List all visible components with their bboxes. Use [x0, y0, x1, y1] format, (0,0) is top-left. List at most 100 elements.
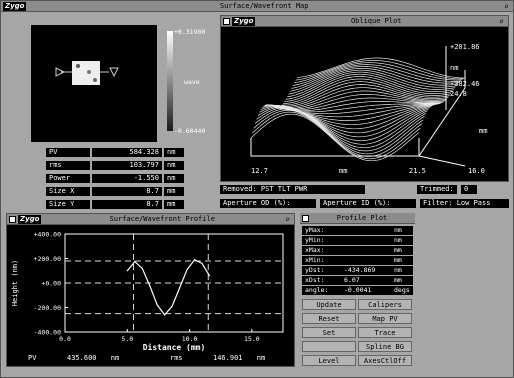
profile-plot-controls: Profile Plot yMax: nm yMin: nm xMax: mm xMin: m…	[300, 213, 415, 373]
x-axis-label: Distance (mm)	[143, 342, 206, 352]
profile-rms-unit: nm	[256, 354, 266, 362]
profile-data-point	[193, 259, 196, 261]
profile-data-point	[171, 305, 173, 307]
oblique-z-unit: nm	[450, 64, 458, 72]
surface-trace-line	[254, 108, 424, 155]
oblique-menu-button[interactable]	[223, 17, 230, 25]
profile-title: Surface/Wavefront Profile	[109, 215, 215, 223]
profile-rms-label: rms	[167, 354, 197, 363]
x-tick-label: 15.0	[244, 335, 260, 343]
oblique-plot-panel: Zygo Oblique Plot ⌕ +201.86 nm -382.46 2…	[220, 15, 509, 182]
profile-series-line	[126, 258, 211, 316]
main-title-bar: Zygo Surface/Wavefront Map ⌕	[1, 1, 513, 12]
readout-unit: nm	[394, 226, 402, 234]
profile-pv-label: PV	[25, 354, 45, 363]
oblique-y-min: 16.0	[468, 167, 485, 175]
profile-end-marker-icon	[109, 67, 119, 78]
stat-label: rms	[46, 161, 90, 170]
oblique-pin-icon[interactable]: ⌕	[497, 17, 506, 26]
oblique-y-unit: mm	[479, 127, 487, 135]
profile-plot-button-spline-bg[interactable]: Spline BG	[358, 341, 412, 352]
readout-value: -434.869	[344, 266, 376, 274]
readout-label: xDst:	[305, 276, 325, 284]
profile-pv-value: 435.600	[67, 354, 97, 362]
y-tick-label: +0.00	[41, 280, 61, 288]
readout-unit: degs	[394, 286, 410, 294]
stat-value: 584.328	[92, 148, 162, 157]
readout-unit: mm	[394, 276, 402, 284]
filter-setting: Filter: Low Pass	[420, 199, 509, 208]
profile-data-point	[156, 304, 158, 306]
x-tick-label: 0.0	[59, 335, 71, 343]
profile-data-point	[149, 284, 151, 287]
oblique-title-bar: Zygo Oblique Plot ⌕	[221, 16, 508, 27]
oblique-x-unit: mm	[339, 167, 347, 175]
profile-data-point	[126, 270, 128, 272]
stat-label: Power	[46, 174, 90, 183]
color-scale-bar	[167, 31, 173, 131]
profile-plot-button-update[interactable]: Update	[302, 299, 356, 310]
stat-unit: nm	[164, 174, 184, 183]
zygo-logo: Zygo	[3, 1, 27, 11]
profile-plot-button-axesctloff[interactable]: AxesCtlOff	[358, 355, 412, 366]
profile-rms-field: 146.901 nm	[199, 354, 289, 363]
scale-unit-label: wave	[184, 78, 200, 86]
profile-plot-button-calipers[interactable]: Calipers	[358, 299, 412, 310]
profile-readout-row: xDst: 6.07 mm	[302, 276, 413, 285]
oblique-z-bottom: -382.46	[450, 80, 480, 88]
profile-pv-unit: nm	[110, 354, 120, 362]
profile-data-point	[179, 287, 181, 289]
stat-label: PV	[46, 148, 90, 157]
pin-icon[interactable]: ⌕	[502, 2, 511, 11]
oblique-x-max: 21.5	[409, 167, 426, 175]
y-axis-label: Height (nm)	[11, 260, 19, 306]
oblique-3d-plot[interactable]: +201.86 nm -382.46 24.8 mm 16.0 12.7 mm …	[221, 28, 508, 182]
stat-unit: mm	[164, 187, 184, 196]
readout-label: yMin:	[305, 236, 325, 244]
profile-readout-row: yDst: -434.869 nm	[302, 266, 413, 275]
profile-pin-icon[interactable]: ⌕	[283, 215, 292, 224]
profile-title-bar: Zygo Surface/Wavefront Profile ⌕	[7, 214, 294, 225]
stat-value: 103.797	[92, 161, 162, 170]
profile-plot-button-reset[interactable]: Reset	[302, 313, 356, 324]
stat-unit: nm	[164, 148, 184, 157]
profile-plot-button-map-pv[interactable]: Map PV	[358, 313, 412, 324]
profile-plot-button-level[interactable]: Level	[302, 355, 356, 366]
trimmed-label: Trimmed:	[417, 185, 457, 194]
scale-max-label: +0.31900	[174, 28, 206, 36]
x-tick-label: 5.0	[121, 335, 133, 343]
oblique-y-max: 24.8	[450, 90, 467, 98]
profile-plot-menu-button[interactable]	[302, 214, 309, 222]
profile-data-point	[201, 262, 203, 264]
profile-plot-title-bar: Profile Plot	[300, 213, 415, 224]
zygo-app-window: Zygo Surface/Wavefront Map ⌕ +0.31900 wa…	[0, 0, 514, 378]
readout-unit: mm	[394, 256, 402, 264]
profile-data-point	[186, 268, 188, 271]
readout-label: xMin:	[305, 256, 325, 264]
profile-readout-row: xMin: mm	[302, 256, 413, 265]
profile-plot-button-trace[interactable]: Trace	[358, 327, 412, 338]
scale-min-label: -0.60440	[174, 127, 206, 135]
profile-readout-row: xMax: mm	[302, 246, 413, 255]
profile-data-point	[134, 260, 136, 263]
profile-chart[interactable]: +400.00 +200.00 +0.00 -200.00 -400.000.0 5.0 1…	[7, 226, 294, 352]
readout-label: angle:	[305, 286, 329, 294]
stat-value: 8.7	[92, 187, 162, 196]
profile-rms-value: 146.901	[213, 354, 243, 362]
readout-value: 6.07	[344, 276, 360, 284]
profile-data-point	[141, 267, 143, 269]
y-tick-label: -200.00	[34, 304, 61, 312]
oblique-surface-mesh	[250, 57, 466, 162]
profile-data-point	[208, 275, 211, 277]
profile-logo: Zygo	[18, 214, 42, 224]
profile-plot-button-set[interactable]: Set	[302, 327, 356, 338]
profile-menu-button[interactable]	[9, 215, 16, 223]
stat-value: 8.7	[92, 200, 162, 209]
y-tick-label: +400.00	[34, 231, 61, 239]
stat-unit: mm	[164, 200, 184, 209]
aperture-od: Aperture OD (%):	[220, 199, 316, 208]
profile-readout-row: yMax: nm	[302, 226, 413, 235]
y-tick-label: +200.00	[34, 255, 61, 263]
surface-map-view[interactable]	[31, 25, 157, 142]
oblique-title: Oblique Plot	[350, 17, 402, 25]
